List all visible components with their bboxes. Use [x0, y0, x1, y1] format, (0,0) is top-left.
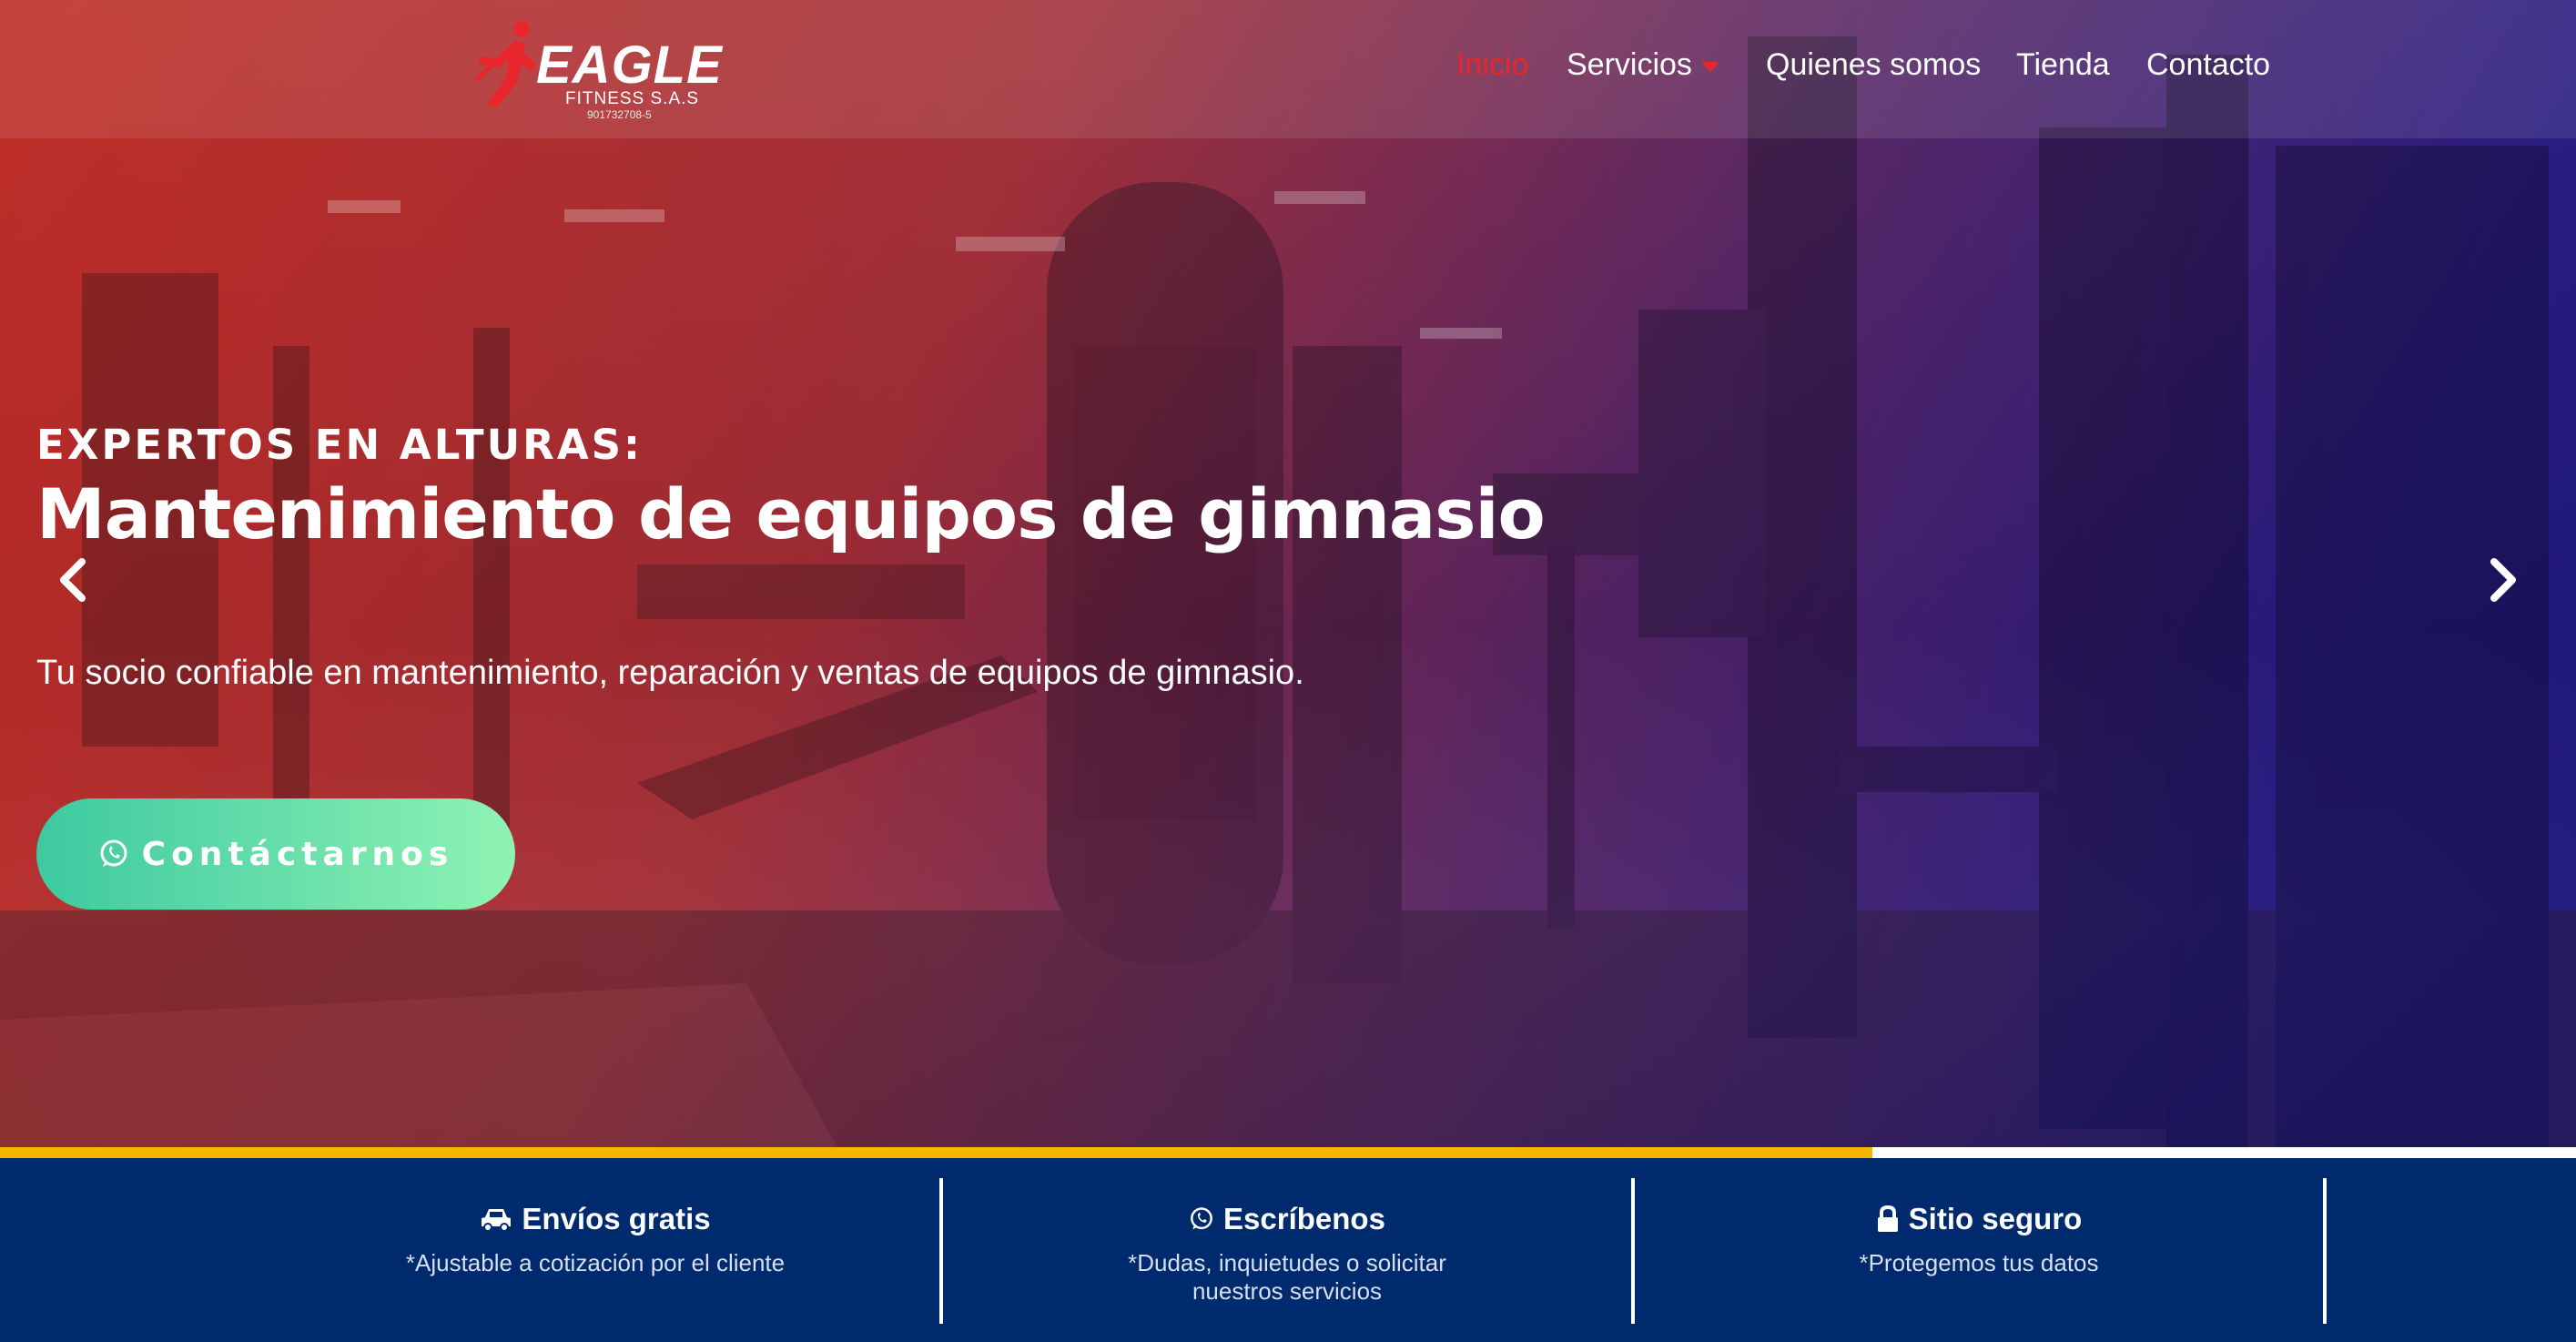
- slide-progress-bar: [0, 1147, 2576, 1158]
- hero-headline: Mantenimiento de equipos de gimnasio: [36, 473, 1546, 554]
- feature-envios-gratis: Envíos gratis *Ajustable a cotización po…: [249, 1158, 941, 1342]
- whatsapp-icon: [1191, 1207, 1212, 1230]
- car-icon: [482, 1209, 512, 1232]
- feature-title: Sitio seguro: [1633, 1202, 2325, 1236]
- brand-name: EAGLE: [536, 36, 723, 95]
- nav-item-quienes-somos[interactable]: Quienes somos: [1766, 47, 1981, 83]
- runner-logo-icon: [474, 21, 536, 107]
- gym-background-image: [0, 36, 2576, 1147]
- feature-title: Escríbenos: [941, 1202, 1633, 1236]
- nav-item-servicios[interactable]: Servicios: [1567, 47, 1719, 83]
- nav-item-label: Servicios: [1567, 47, 1692, 82]
- nav-item-tienda[interactable]: Tienda: [2016, 47, 2110, 83]
- feature-desc: *Ajustable a cotización por el cliente: [405, 1249, 786, 1276]
- hero-eyebrow: EXPERTOS EN ALTURAS:: [36, 421, 644, 469]
- nav-item-contacto[interactable]: Contacto: [2146, 47, 2270, 83]
- hero-subtext: Tu socio confiable en mantenimiento, rep…: [36, 654, 1304, 692]
- nav-item-inicio[interactable]: Inicio: [1456, 47, 1528, 83]
- whatsapp-icon: [100, 839, 127, 867]
- caret-down-icon: [1700, 61, 1719, 72]
- slide-progress-fill: [0, 1147, 1873, 1158]
- lock-icon: [1877, 1205, 1898, 1232]
- slider-prev-button[interactable]: [55, 557, 91, 603]
- feature-escribenos: Escríbenos *Dudas, inquietudes o solicit…: [941, 1158, 1633, 1342]
- top-navigation-bar: EAGLE FITNESS S.A.S 901732708-5 Inicio S…: [0, 0, 2576, 138]
- contact-cta-button[interactable]: Contáctarnos: [36, 798, 515, 910]
- feature-title-text: Sitio seguro: [1908, 1202, 2083, 1235]
- feature-desc: *Dudas, inquietudes o solicitar nuestros…: [1128, 1249, 1446, 1305]
- feature-title-text: Envíos gratis: [522, 1202, 711, 1235]
- feature-title-text: Escríbenos: [1223, 1202, 1385, 1235]
- hero-slider: EAGLE FITNESS S.A.S 901732708-5 Inicio S…: [0, 0, 2576, 1147]
- cta-label: Contáctarnos: [141, 835, 454, 873]
- chevron-right-icon: [2490, 558, 2516, 602]
- slider-next-button[interactable]: [2485, 557, 2521, 603]
- feature-desc: *Protegemos tus datos: [1859, 1249, 2099, 1276]
- features-bar: Envíos gratis *Ajustable a cotización po…: [0, 1158, 2576, 1342]
- eagle-fitness-logo[interactable]: EAGLE FITNESS S.A.S 901732708-5: [469, 16, 733, 126]
- brand-nit: 901732708-5: [587, 108, 652, 121]
- chevron-left-icon: [60, 558, 86, 602]
- feature-divider: [2323, 1178, 2327, 1324]
- feature-sitio-seguro: Sitio seguro *Protegemos tus datos: [1633, 1158, 2325, 1342]
- feature-title: Envíos gratis: [249, 1202, 941, 1236]
- brand-subtitle: FITNESS S.A.S: [565, 89, 700, 108]
